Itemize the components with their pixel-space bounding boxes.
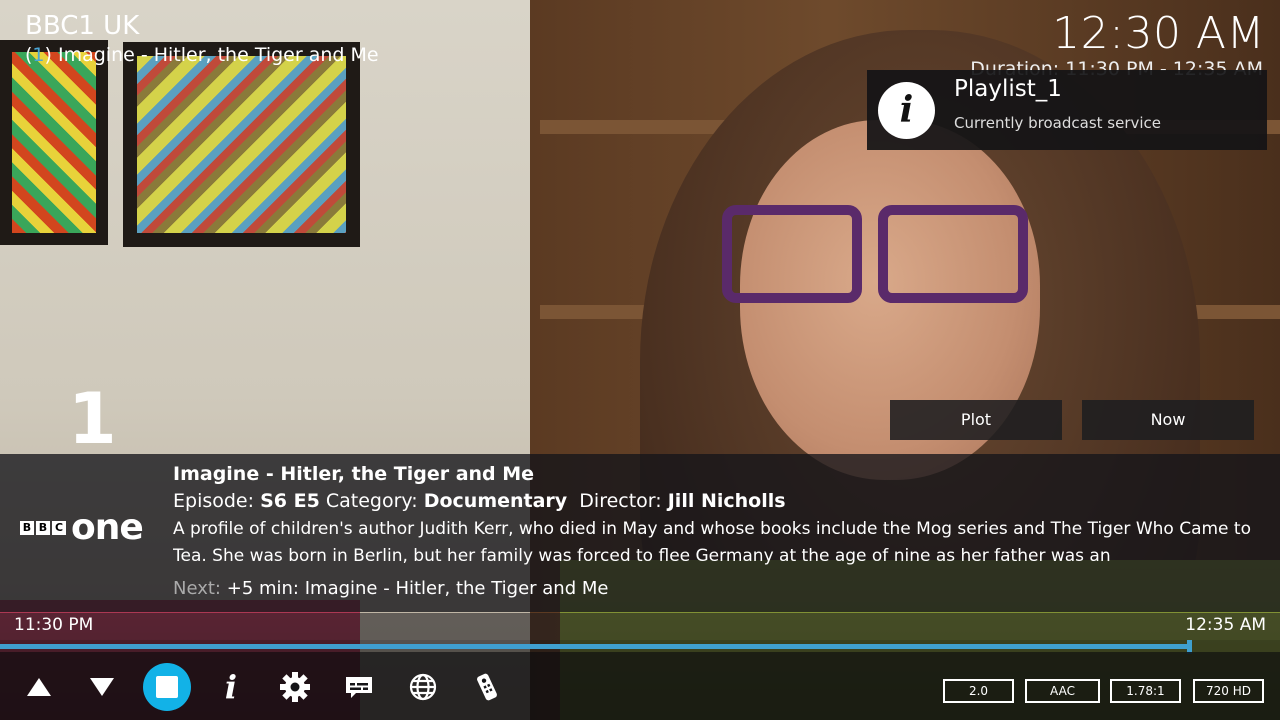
plot-button[interactable]: Plot [890, 400, 1062, 440]
channel-name: BBC1 UK [25, 11, 140, 41]
info-button[interactable]: i [206, 662, 256, 712]
channel-up-button[interactable] [14, 662, 64, 712]
director-value: Jill Nicholls [667, 490, 786, 512]
episode-label: Episode: [173, 490, 255, 512]
start-time: 11:30 PM [14, 615, 94, 635]
player-controls: i 2.0 AAC 1.78:1 720 HD [0, 652, 1280, 720]
now-playing-header: BBC1 UK (1) Imagine - Hitler, the Tiger … [25, 10, 379, 68]
channel-number: 1 [68, 378, 117, 460]
remote-button[interactable] [462, 662, 512, 712]
logo-letter: B [36, 521, 50, 535]
progress-fill [0, 644, 1187, 649]
time-row: 11:30 PM 12:35 AM [0, 613, 1280, 640]
clock: 12:30 AM [1052, 8, 1265, 59]
category-label: Category: [325, 490, 418, 512]
info-icon: i [224, 668, 238, 706]
globe-icon [409, 673, 437, 701]
now-button[interactable]: Now [1082, 400, 1254, 440]
next-text: +5 min: Imagine - Hitler, the Tiger and … [226, 578, 609, 599]
episode-title: Imagine - Hitler, the Tiger and Me [173, 463, 535, 485]
next-label: Next: [173, 578, 221, 599]
end-time: 12:35 AM [1185, 615, 1266, 635]
audio-channels-badge: 2.0 [943, 679, 1014, 703]
resolution-badge: 720 HD [1193, 679, 1264, 703]
next-program: Next: +5 min: Imagine - Hitler, the Tige… [173, 576, 1263, 602]
subtitles-icon [346, 677, 372, 698]
notification-message: Currently broadcast service [954, 114, 1162, 132]
notification-toast: i Playlist_1 Currently broadcast service [867, 70, 1267, 150]
gear-icon [280, 672, 310, 702]
logo-letter: B [20, 521, 34, 535]
playlist-position: 1 [32, 44, 45, 66]
stop-icon [143, 663, 191, 711]
director-label: Director: [579, 490, 662, 512]
progress-bar[interactable] [0, 640, 1280, 654]
language-button[interactable] [398, 662, 448, 712]
notification-title: Playlist_1 [954, 76, 1062, 102]
logo-word: one [71, 507, 144, 548]
chevron-up-icon [27, 678, 51, 696]
category-value: Documentary [423, 490, 568, 512]
settings-button[interactable] [270, 662, 320, 712]
audio-codec-badge: AAC [1025, 679, 1100, 703]
program-info-panel: B B C one Imagine - Hitler, the Tiger an… [0, 454, 1280, 612]
plot-text: A profile of children's author Judith Ke… [173, 519, 1251, 566]
episode-value: S6 E5 [260, 490, 320, 512]
stop-button[interactable] [142, 662, 192, 712]
program-title: Imagine - Hitler, the Tiger and Me [57, 44, 379, 66]
subtitles-button[interactable] [334, 662, 384, 712]
now-playing-title: (1) Imagine - Hitler, the Tiger and Me [25, 44, 379, 66]
logo-letter: C [52, 521, 66, 535]
remote-icon [477, 673, 497, 701]
info-icon: i [878, 82, 935, 139]
aspect-ratio-badge: 1.78:1 [1110, 679, 1181, 703]
episode-meta: Episode: S6 E5 Category: Documentary Dir… [173, 488, 1263, 514]
channel-down-button[interactable] [77, 662, 127, 712]
channel-logo: B B C one [20, 507, 144, 548]
chevron-down-icon [90, 678, 114, 696]
